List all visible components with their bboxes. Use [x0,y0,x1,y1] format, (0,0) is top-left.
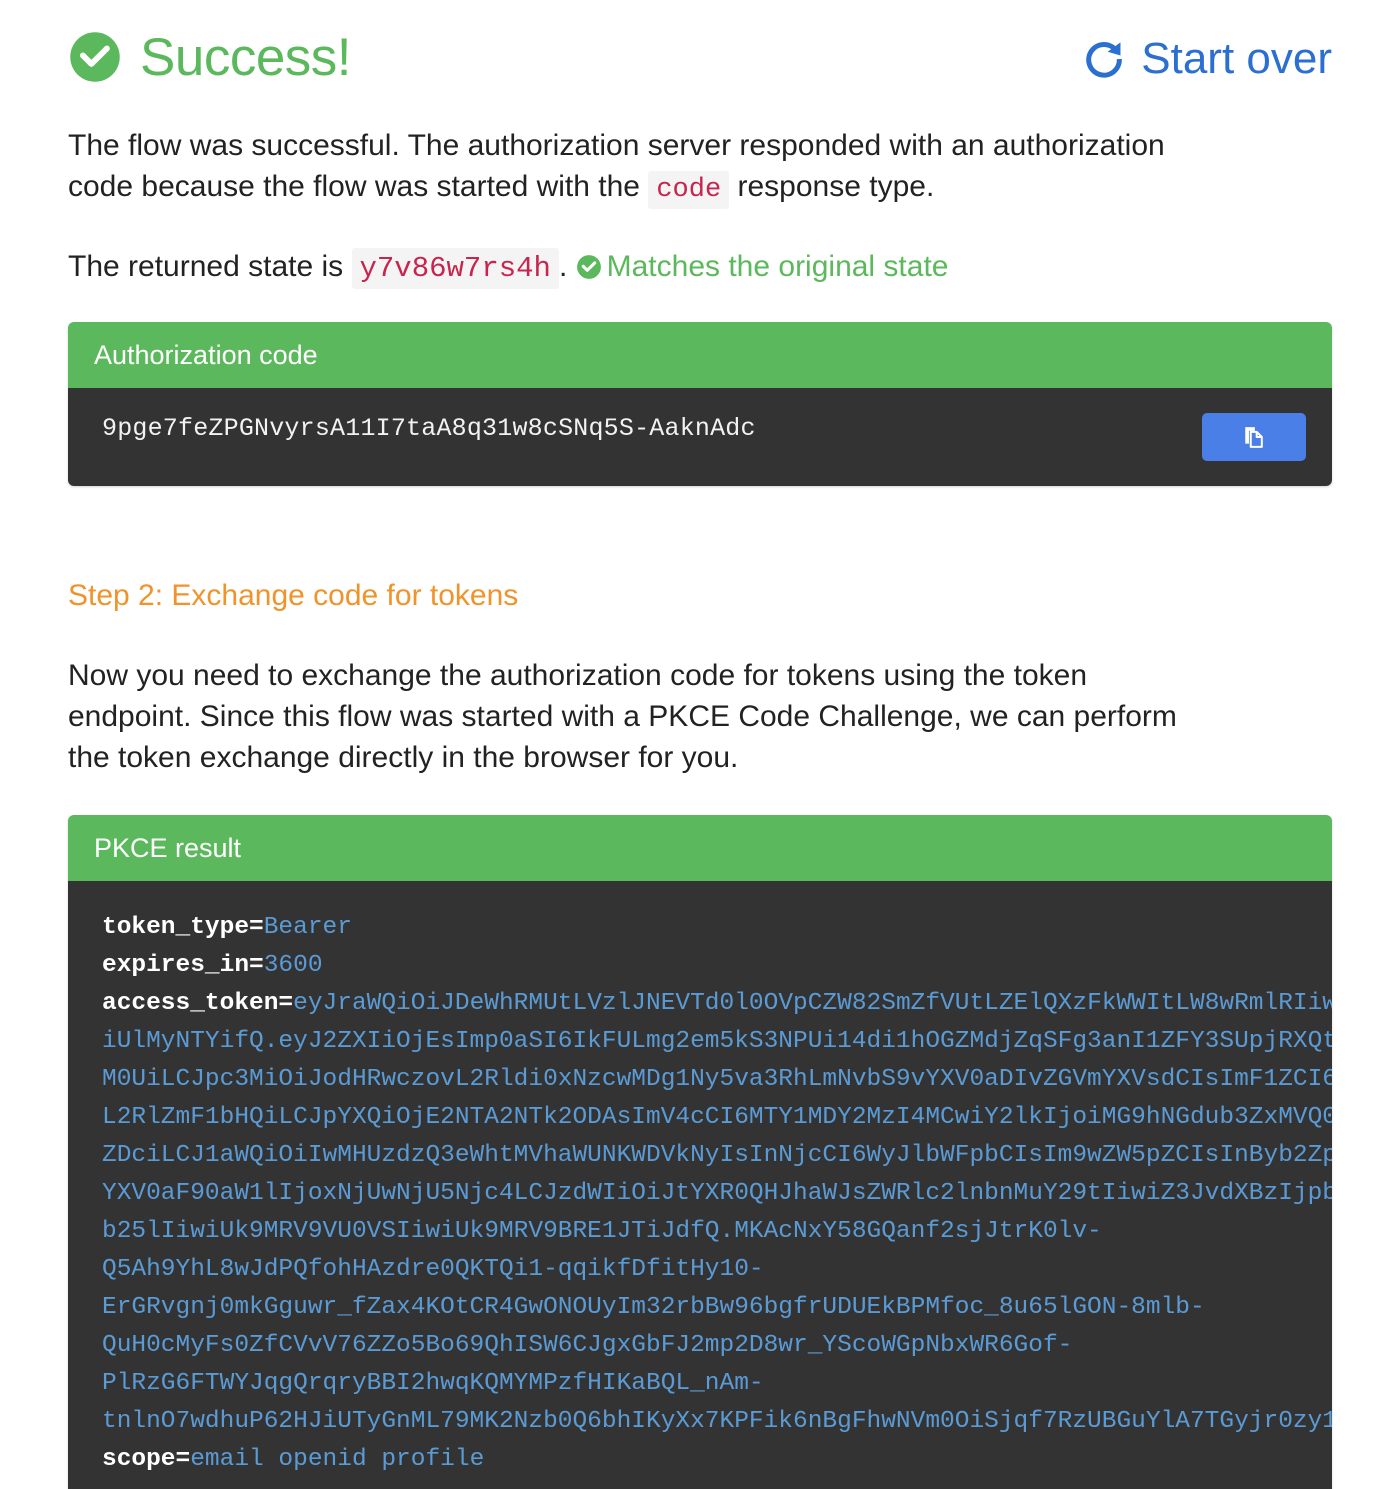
authorization-code-value: 9pge7feZPGNvyrsA11I7taA8q31w8cSNq5S-Aakn… [102,414,756,444]
scope-value: email openid profile [190,1445,485,1473]
access-token-segment: L2RlZmF1bHQiLCJpYXQiOjE2NTA2NTk2ODAsImV4… [102,1103,1332,1131]
copy-icon [1245,427,1263,449]
intro-paragraph: The flow was successful. The authorizati… [68,126,1198,209]
start-over-label: Start over [1141,34,1332,83]
access-token-line: access_token=eyJraWQiOiJDeWhRMUtLVzlJNEV… [102,985,1332,1441]
response-type-code: code [648,170,730,209]
state-match-note: Matches the original state [576,249,949,283]
check-circle-icon [576,254,601,279]
access-token-segment: ErGRvgnj0mkGguwr_fZax4KOtCR4GwONOUyIm32r… [102,1293,1205,1321]
step-2-description: Now you need to exchange the authorizati… [68,659,1177,774]
state-paragraph: The returned state is y7v86w7rs4h. Match… [68,247,1198,289]
check-circle-icon [70,32,120,82]
state-prefix: The returned state is [68,249,344,283]
copy-authorization-code-button[interactable] [1202,413,1306,462]
access-token-segment: b25lIiwiUk9MRV9VU0VSIiwiUk9MRV9BRE1JTiJd… [102,1217,1102,1245]
page-container: Success! Start over The flow was success… [0,0,1400,1489]
access-token-segment: tnlnO7wdhuP62HJiUTyGnML79MK2Nzb0Q6bhIKyX… [102,1407,1332,1435]
authorization-code-panel-heading: Authorization code [68,321,1332,389]
expires-in-value: 3600 [263,952,323,980]
access-token-segment: eyJraWQiOiJDeWhRMUtLVzlJNEVTd0l0OVpCZW82… [293,990,1332,1018]
scope-line: scope=email openid profile [102,1441,1300,1479]
access-token-segment: M0UiLCJpc3MiOiJodHRwczovL2Rldi0xNzcwMDg1… [102,1066,1332,1093]
access-token-value: eyJraWQiOiJDeWhRMUtLVzlJNEVTd0l0OVpCZW82… [102,990,1332,1435]
pkce-result-panel-heading: PKCE result [68,814,1332,882]
pkce-result-panel-body: token_type=Bearer expires_in=3600 access… [68,881,1332,1489]
access-token-segment: YXV0aF90aW1lIjoxNjUwNjU5Njc4LCJzdWIiOiJt… [102,1179,1332,1207]
pkce-result-panel: PKCE result token_type=Bearer expires_in… [68,814,1332,1489]
success-title-group: Success! [68,27,352,87]
authorization-code-panel: Authorization code 9pge7feZPGNvyrsA11I7t… [68,321,1332,487]
expires-in-line: expires_in=3600 [102,947,1300,985]
state-match-label: Matches the original state [606,249,949,283]
access-token-segment: Q5Ah9YhL8wJdPQfohHAzdre0QKTQi1-qqikfDfit… [102,1255,764,1283]
intro-text-part2: response type. [737,169,935,203]
start-over-link[interactable]: Start over [1081,30,1332,82]
state-value: y7v86w7rs4h [351,247,559,289]
token-type-value: Bearer [263,914,352,942]
access-token-segment: iUlMyNTYifQ.eyJ2ZXIiOjEsImp0aSI6IkFULmg2… [102,1028,1332,1056]
expires-in-key: expires_in= [102,952,264,980]
authorization-code-panel-body: 9pge7feZPGNvyrsA11I7taA8q31w8cSNq5S-Aakn… [68,388,1332,487]
scope-key: scope= [102,1445,191,1473]
access-token-segment: PlRzG6FTWYJqgQrqryBBI2hwqKQMYMPzfHIKaBQL… [102,1369,764,1397]
page-header: Success! Start over [68,0,1332,84]
access-token-segment: ZDciLCJ1aWQiOiIwMHUzdzQ3eWhtMVhaWUNKWDVk… [102,1141,1332,1169]
step-2-heading: Step 2: Exchange code for tokens [68,579,519,613]
access-token-key: access_token= [102,990,294,1018]
redo-icon [1086,42,1123,78]
state-period: . [558,249,568,283]
token-type-line: token_type=Bearer [102,909,1300,947]
access-token-segment: QuH0cMyFs0ZfCVvV76ZZo5Bo69QhISW6CJgxGbFJ… [102,1331,1073,1359]
page-title: Success! [140,27,352,87]
token-type-key: token_type= [102,914,264,942]
intro-text-part1: The flow was successful. The authorizati… [68,129,1165,203]
